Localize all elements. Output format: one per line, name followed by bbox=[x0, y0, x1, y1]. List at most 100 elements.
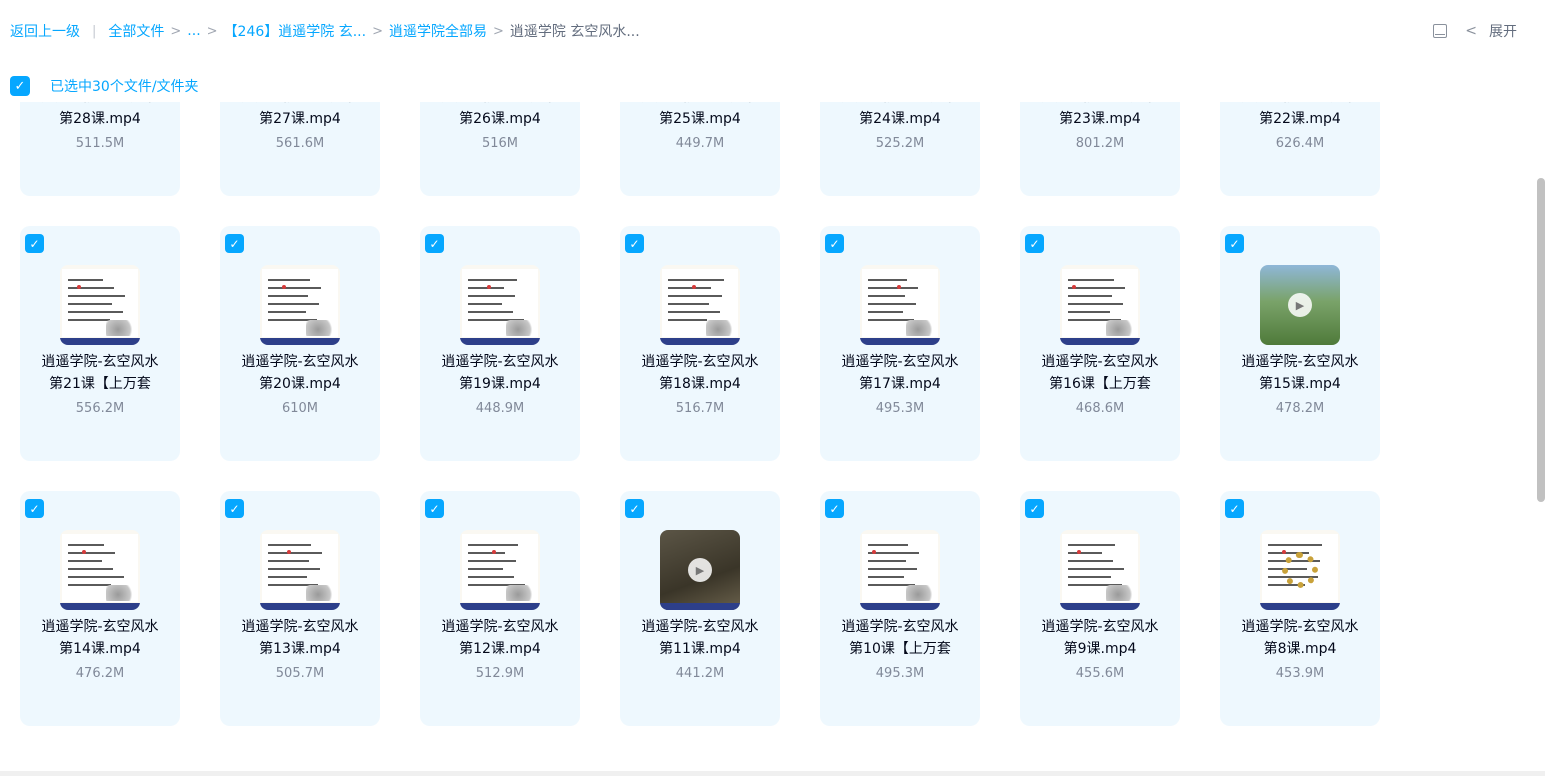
file-size: 505.7M bbox=[275, 666, 325, 681]
file-checkbox[interactable]: ✓ bbox=[425, 499, 444, 518]
file-card[interactable]: ✓逍遥学院-玄空风水第27课.mp4561.6M bbox=[220, 102, 380, 196]
file-name-line2: 第25课.mp4 bbox=[659, 111, 741, 127]
file-size: 556.2M bbox=[75, 401, 125, 416]
slide-text-line bbox=[1068, 576, 1111, 578]
file-card[interactable]: ✓ 逍遥学院-玄空风水 第20课.mp4 610M bbox=[220, 226, 380, 461]
horizontal-scroll-track bbox=[0, 771, 1545, 776]
file-card[interactable]: ✓逍遥学院-玄空风水第24课.mp4525.2M bbox=[820, 102, 980, 196]
file-name-line1: 逍遥学院-玄空风水 bbox=[441, 619, 559, 635]
file-card[interactable]: ✓ 逍遥学院-玄空风水 第14课.mp4 476.2M bbox=[20, 491, 180, 726]
slide-text-line bbox=[68, 303, 112, 305]
video-thumbnail[interactable] bbox=[460, 530, 540, 610]
thumbnail-strip bbox=[60, 603, 140, 610]
video-thumbnail[interactable] bbox=[1060, 530, 1140, 610]
file-checkbox[interactable]: ✓ bbox=[1025, 234, 1044, 253]
file-card[interactable]: ✓ 逍遥学院-玄空风水 第9课.mp4 455.6M bbox=[1020, 491, 1180, 726]
slide-text-line bbox=[468, 295, 515, 297]
file-card[interactable]: ✓逍遥学院-玄空风水第25课.mp4449.7M bbox=[620, 102, 780, 196]
video-thumbnail[interactable] bbox=[260, 265, 340, 345]
breadcrumb-current: 逍遥学院 玄空风水... bbox=[509, 24, 640, 40]
file-card[interactable]: ✓ 逍遥学院-玄空风水 第10课【上万套 495.3M bbox=[820, 491, 980, 726]
slide-text-line bbox=[268, 295, 308, 297]
file-card[interactable]: ✓ 逍遥学院-玄空风水 第21课【上万套 556.2M bbox=[20, 226, 180, 461]
slide-text-line bbox=[68, 568, 113, 570]
thumbnail-strip bbox=[660, 603, 740, 610]
slide-text-line bbox=[68, 544, 104, 546]
file-card[interactable]: ✓ ▶ 逍遥学院-玄空风水 第15课.mp4 478.2M bbox=[1220, 226, 1380, 461]
file-checkbox[interactable]: ✓ bbox=[1225, 499, 1244, 518]
file-card[interactable]: ✓ 逍遥学院-玄空风水 第12课.mp4 512.9M bbox=[420, 491, 580, 726]
file-name-line2: 第20课.mp4 bbox=[259, 376, 341, 392]
file-name-line1: 逍遥学院-玄空风水 bbox=[41, 619, 159, 635]
file-name-line2: 第27课.mp4 bbox=[259, 111, 341, 127]
video-thumbnail[interactable] bbox=[260, 530, 340, 610]
ink-painting-decor bbox=[306, 320, 336, 336]
file-size: 561.6M bbox=[275, 136, 325, 151]
slide-red-mark bbox=[872, 550, 876, 554]
compass-icon bbox=[1282, 552, 1318, 588]
video-thumbnail[interactable] bbox=[860, 530, 940, 610]
file-card[interactable]: ✓ 逍遥学院-玄空风水 第16课【上万套 468.6M bbox=[1020, 226, 1180, 461]
ink-painting-decor bbox=[906, 320, 936, 336]
panel-icon[interactable] bbox=[1433, 24, 1448, 38]
slide-red-mark bbox=[1072, 285, 1076, 289]
breadcrumb-folder-246[interactable]: 【246】逍遥学院 玄... bbox=[224, 21, 367, 41]
top-bar: 返回上一级 | 全部文件 > ... > 【246】逍遥学院 玄... > 逍遥… bbox=[0, 0, 1545, 62]
file-checkbox[interactable]: ✓ bbox=[625, 499, 644, 518]
slide-text-line bbox=[68, 576, 124, 578]
file-checkbox[interactable]: ✓ bbox=[425, 234, 444, 253]
slide-text-line bbox=[68, 295, 125, 297]
file-card[interactable]: ✓逍遥学院-玄空风水第28课.mp4511.5M bbox=[20, 102, 180, 196]
file-checkbox[interactable]: ✓ bbox=[1225, 234, 1244, 253]
file-card[interactable]: ✓ 逍遥学院-玄空风水 第8课.mp4 453.9M bbox=[1220, 491, 1380, 726]
video-thumbnail[interactable]: ▶ bbox=[1260, 265, 1340, 345]
file-checkbox[interactable]: ✓ bbox=[1025, 499, 1044, 518]
slide-text-line bbox=[268, 560, 309, 562]
file-name-line2: 第12课.mp4 bbox=[459, 641, 541, 657]
video-thumbnail[interactable] bbox=[60, 265, 140, 345]
file-checkbox[interactable]: ✓ bbox=[25, 234, 44, 253]
slide-text-line bbox=[268, 552, 322, 554]
slide-text-line bbox=[268, 576, 307, 578]
vertical-scrollbar[interactable] bbox=[1537, 178, 1545, 502]
file-name-line1: 逍遥学院-玄空风水 bbox=[241, 354, 359, 370]
video-thumbnail[interactable]: ▶ bbox=[660, 530, 740, 610]
expand-label: 展开 bbox=[1489, 24, 1517, 40]
file-card[interactable]: ✓ 逍遥学院-玄空风水 第18课.mp4 516.7M bbox=[620, 226, 780, 461]
file-card[interactable]: ✓ 逍遥学院-玄空风水 第17课.mp4 495.3M bbox=[820, 226, 980, 461]
file-size: 449.7M bbox=[675, 136, 725, 151]
video-thumbnail[interactable] bbox=[860, 265, 940, 345]
video-thumbnail[interactable] bbox=[460, 265, 540, 345]
file-name-line1: 逍遥学院-玄空风水 bbox=[1041, 354, 1159, 370]
file-checkbox[interactable]: ✓ bbox=[225, 234, 244, 253]
file-card[interactable]: ✓ 逍遥学院-玄空风水 第19课.mp4 448.9M bbox=[420, 226, 580, 461]
file-checkbox[interactable]: ✓ bbox=[25, 499, 44, 518]
video-thumbnail[interactable] bbox=[60, 530, 140, 610]
file-card[interactable]: ✓ ▶ 逍遥学院-玄空风水 第11课.mp4 441.2M bbox=[620, 491, 780, 726]
ink-painting-decor bbox=[706, 320, 736, 336]
breadcrumb-all-files[interactable]: 全部文件 bbox=[108, 21, 164, 41]
slide-text-line bbox=[868, 311, 903, 313]
video-thumbnail[interactable] bbox=[660, 265, 740, 345]
file-card[interactable]: ✓逍遥学院-玄空风水第26课.mp4516M bbox=[420, 102, 580, 196]
breadcrumb-ellipsis[interactable]: ... bbox=[187, 23, 200, 39]
file-checkbox[interactable]: ✓ bbox=[825, 499, 844, 518]
slide-text-line bbox=[1068, 295, 1112, 297]
select-all-checkbox[interactable]: ✓ bbox=[10, 76, 30, 96]
file-name-line1: 逍遥学院-玄空风水 bbox=[1241, 354, 1359, 370]
file-checkbox[interactable]: ✓ bbox=[825, 234, 844, 253]
back-link[interactable]: 返回上一级 bbox=[10, 21, 80, 41]
file-card[interactable]: ✓ 逍遥学院-玄空风水 第13课.mp4 505.7M bbox=[220, 491, 380, 726]
slide-text-line bbox=[868, 560, 906, 562]
file-checkbox[interactable]: ✓ bbox=[225, 499, 244, 518]
video-thumbnail[interactable] bbox=[1060, 265, 1140, 345]
file-card[interactable]: ✓逍遥学院-玄空风水第22课.mp4626.4M bbox=[1220, 102, 1380, 196]
video-thumbnail[interactable] bbox=[1260, 530, 1340, 610]
slide-red-mark bbox=[897, 285, 901, 289]
file-name-line1: 逍遥学院-玄空风水 bbox=[841, 354, 959, 370]
slide-text-line bbox=[868, 544, 908, 546]
expand-button[interactable]: < 展开 bbox=[1465, 21, 1517, 41]
breadcrumb-folder-yi[interactable]: 逍遥学院全部易 bbox=[389, 21, 487, 41]
file-checkbox[interactable]: ✓ bbox=[625, 234, 644, 253]
file-card[interactable]: ✓逍遥学院-玄空风水第23课.mp4801.2M bbox=[1020, 102, 1180, 196]
